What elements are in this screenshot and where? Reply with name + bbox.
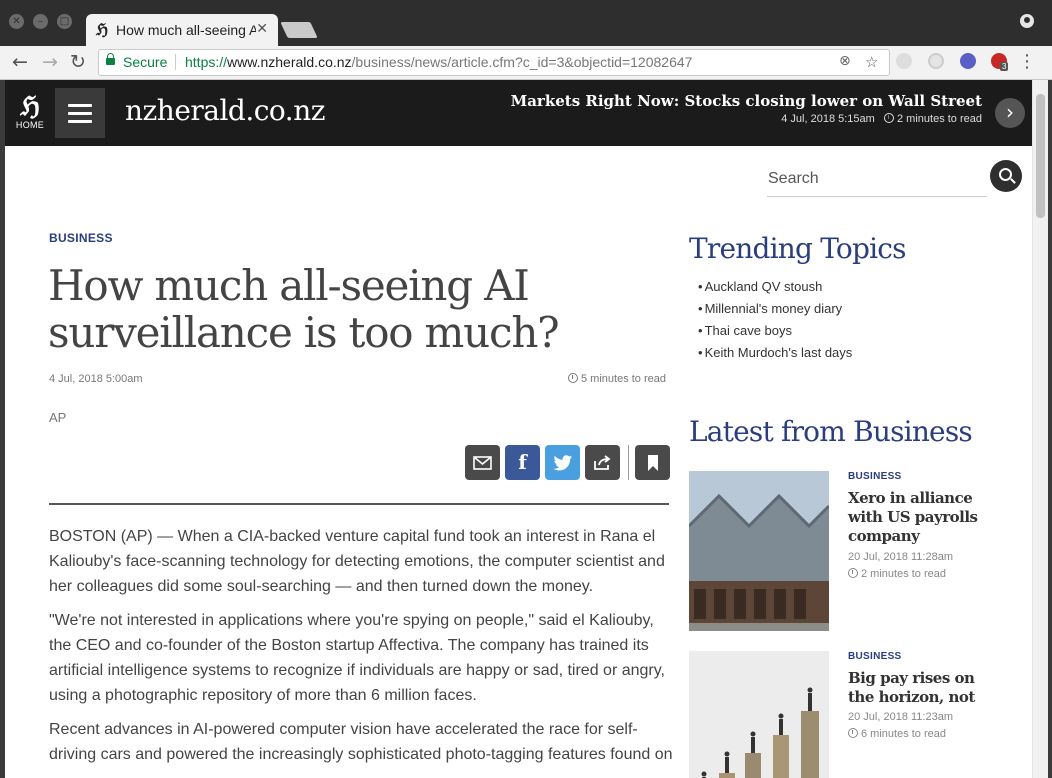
- browser-tab[interactable]: ℌ How much all-seeing AI surveillance is…: [86, 14, 278, 46]
- tab-close-icon[interactable]: ✕: [256, 21, 268, 37]
- browser-toolbar: ← → ↻ Secure https://www.nzherald.co.nz/…: [0, 46, 1052, 80]
- share-icon: [593, 455, 610, 470]
- story-section-label[interactable]: BUSINESS: [848, 651, 902, 662]
- bookmark-icon: [647, 455, 658, 471]
- extension-icon[interactable]: [960, 53, 976, 69]
- story-thumbnail[interactable]: [689, 471, 829, 631]
- window-minimize-icon[interactable]: –: [33, 14, 48, 29]
- article-body: BOSTON (AP) — When a CIA-backed venture …: [49, 524, 674, 776]
- building-photo-icon: [689, 471, 829, 631]
- story-section-label[interactable]: BUSINESS: [848, 471, 902, 482]
- article-paragraph: BOSTON (AP) — When a CIA-backed venture …: [49, 528, 665, 595]
- story-title[interactable]: Xero in alliance with US payrolls compan…: [848, 489, 998, 546]
- page-scrollbar[interactable]: [1032, 80, 1048, 778]
- article-byline: AP: [49, 410, 67, 425]
- search-box: [767, 160, 987, 197]
- trending-item[interactable]: Thai cave boys: [698, 320, 852, 342]
- latest-heading: Latest from Business: [689, 415, 973, 448]
- twitter-icon: [553, 455, 572, 471]
- extension-icon[interactable]: [896, 53, 912, 69]
- article-headline: How much all-seeing AI surveillance is t…: [48, 261, 560, 357]
- trending-item[interactable]: Millennial's money diary: [698, 298, 852, 320]
- new-tab-button[interactable]: [280, 22, 318, 38]
- site-header: ℌ HOME nzherald.co.nz Markets Right Now:…: [5, 80, 1032, 146]
- ticker-meta: 4 Jul, 2018 5:15am 2 minutes to read: [781, 113, 982, 125]
- scrollbar-thumb[interactable]: [1036, 94, 1045, 218]
- story-read-time: 2 minutes to read: [848, 568, 946, 580]
- back-icon[interactable]: ←: [12, 51, 28, 73]
- clock-icon: [848, 568, 858, 578]
- secure-label: Secure: [123, 54, 168, 70]
- site-brand[interactable]: nzherald.co.nz: [125, 94, 325, 127]
- trending-list: Auckland QV stoush Millennial's money di…: [698, 276, 853, 364]
- forward-icon[interactable]: →: [42, 51, 58, 73]
- window-close-icon[interactable]: ✕: [9, 14, 24, 29]
- share-email-button[interactable]: [465, 445, 500, 480]
- share-divider: [628, 445, 629, 480]
- adblock-count-badge: 3: [1000, 62, 1009, 71]
- story-title[interactable]: Big pay rises on the horizon, not: [848, 669, 998, 707]
- bookmark-star-icon[interactable]: ☆: [865, 53, 878, 71]
- share-twitter-button[interactable]: [545, 445, 580, 480]
- trending-item[interactable]: Auckland QV stoush: [698, 276, 852, 298]
- herald-logo-icon: ℌ: [20, 92, 40, 122]
- url-separator: [175, 54, 176, 70]
- clock-icon: [884, 113, 894, 123]
- browser-titlebar: ✕ – □ ℌ How much all-seeing AI surveilla…: [0, 0, 1052, 46]
- search-input[interactable]: [767, 160, 978, 194]
- address-bar[interactable]: Secure https://www.nzherald.co.nz/busine…: [98, 49, 890, 76]
- story-read-time: 6 minutes to read: [848, 728, 946, 740]
- article-paragraph: Recent advances in AI-powered computer v…: [49, 721, 673, 763]
- story-card[interactable]: BUSINESS Big pay rises on the horizon, n…: [689, 651, 1009, 778]
- article-read-time: 5 minutes to read: [568, 373, 666, 385]
- clock-icon: [568, 373, 578, 383]
- coin-stacks-photo-icon: [689, 651, 829, 778]
- tab-title: How much all-seeing AI surveillance is t…: [116, 22, 256, 38]
- share-facebook-button[interactable]: f: [505, 445, 540, 480]
- share-more-button[interactable]: [585, 445, 620, 480]
- profile-icon[interactable]: [1020, 14, 1034, 28]
- trending-heading: Trending Topics: [689, 232, 907, 265]
- clock-icon: [848, 728, 858, 738]
- news-ticker[interactable]: Markets Right Now: Stocks closing lower …: [511, 92, 982, 125]
- reload-icon[interactable]: ↻: [70, 51, 86, 73]
- story-card[interactable]: BUSINESS Xero in alliance with US payrol…: [689, 471, 1009, 631]
- article-divider: [49, 503, 669, 505]
- menu-button[interactable]: [55, 88, 105, 138]
- story-date: 20 Jul, 2018 11:23am: [848, 711, 953, 723]
- ticker-next-button[interactable]: ›: [995, 98, 1025, 128]
- blocked-popup-icon[interactable]: ⊗: [839, 53, 851, 69]
- email-icon: [473, 456, 492, 470]
- extension-icon[interactable]: [928, 53, 944, 69]
- article-section-label[interactable]: BUSINESS: [49, 231, 113, 245]
- story-date: 20 Jul, 2018 11:28am: [848, 551, 953, 563]
- story-thumbnail[interactable]: [689, 651, 829, 778]
- facebook-icon: f: [518, 450, 527, 474]
- home-label: HOME: [15, 120, 45, 130]
- browser-menu-icon[interactable]: ⋮: [1018, 51, 1036, 72]
- article-paragraph: "We're not interested in applications wh…: [49, 612, 665, 704]
- nzherald-favicon-icon: ℌ: [96, 20, 109, 39]
- lock-icon: [106, 53, 115, 65]
- window-maximize-icon[interactable]: □: [57, 14, 72, 29]
- article-date: 4 Jul, 2018 5:00am: [49, 373, 143, 385]
- search-button[interactable]: [990, 160, 1022, 192]
- save-bookmark-button[interactable]: [635, 445, 670, 480]
- ticker-headline[interactable]: Markets Right Now: Stocks closing lower …: [511, 92, 982, 110]
- page-viewport: ℌ HOME nzherald.co.nz Markets Right Now:…: [5, 80, 1047, 778]
- home-link[interactable]: ℌ HOME: [15, 94, 45, 130]
- trending-item[interactable]: Keith Murdoch's last days: [698, 342, 853, 364]
- url-text[interactable]: https://www.nzherald.co.nz/business/news…: [185, 54, 692, 70]
